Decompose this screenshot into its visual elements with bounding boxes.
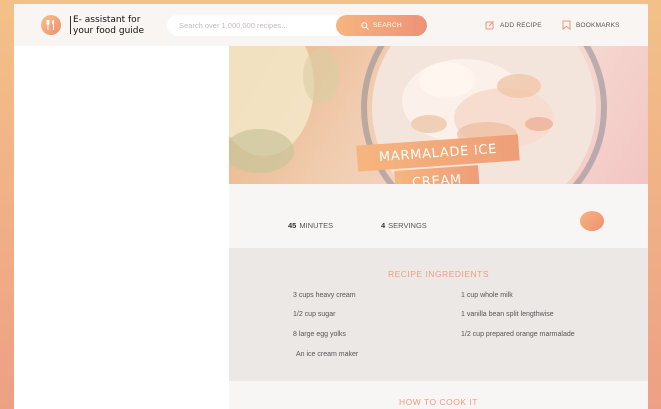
search-input[interactable] [179, 18, 329, 33]
ingredient-item: 1/2 cup prepared orange marmalade [461, 331, 575, 338]
ingredient-item: 1 cup whole milk [461, 292, 513, 299]
recipe-details: 45 MINUTES 4 SERVINGS [229, 184, 648, 248]
cooking-time-label: MINUTES [299, 221, 334, 230]
ingredients-section: RECIPE INGREDIENTS 3 cups heavy cream 1 … [229, 248, 648, 381]
add-recipe-label: ADD RECIPE [500, 21, 542, 29]
directions-section: HOW TO COOK IT [229, 381, 648, 409]
ingredient-item: 1 vanilla bean split lengthwise [461, 311, 554, 318]
brand-tagline: E- assistant for your food guide [73, 15, 145, 36]
bookmarks-link[interactable]: BOOKMARKS [562, 18, 620, 32]
servings-label: SERVINGS [388, 221, 427, 230]
ingredient-item: 1/2 cup sugar [293, 311, 336, 318]
search-button-label: SEARCH [373, 22, 402, 29]
logo[interactable] [41, 15, 61, 35]
bookmarks-label: BOOKMARKS [576, 21, 620, 29]
ingredients-heading: RECIPE INGREDIENTS [387, 269, 490, 279]
app-frame: E- assistant for your food guide SEARCH … [14, 4, 648, 409]
bookmark-icon [562, 20, 571, 30]
search-button[interactable]: SEARCH [336, 15, 427, 36]
recipe-hero-image: MARMALADE ICE CREAM [229, 46, 648, 184]
bookmark-button[interactable] [580, 211, 604, 231]
ingredient-item: 3 cups heavy cream [293, 292, 356, 299]
directions-heading: HOW TO COOK IT [399, 397, 478, 407]
servings: 4 SERVINGS [381, 221, 427, 230]
add-recipe-link[interactable]: ADD RECIPE [485, 18, 542, 32]
ingredient-item: 8 large egg yolks [293, 331, 346, 338]
servings-value: 4 [381, 221, 386, 230]
ingredient-item: An ice cream maker [296, 351, 359, 358]
search-icon [361, 21, 369, 30]
text-cursor [70, 16, 71, 34]
cooking-time: 45 MINUTES [288, 221, 333, 230]
edit-icon [485, 21, 494, 30]
cooking-time-value: 45 [288, 221, 297, 230]
recipe-view: MARMALADE ICE CREAM 45 MINUTES 4 SERVINGS … [229, 46, 648, 409]
utensils-icon [46, 20, 54, 30]
search-results-sidebar [14, 46, 229, 409]
header: E- assistant for your food guide SEARCH … [14, 4, 648, 46]
